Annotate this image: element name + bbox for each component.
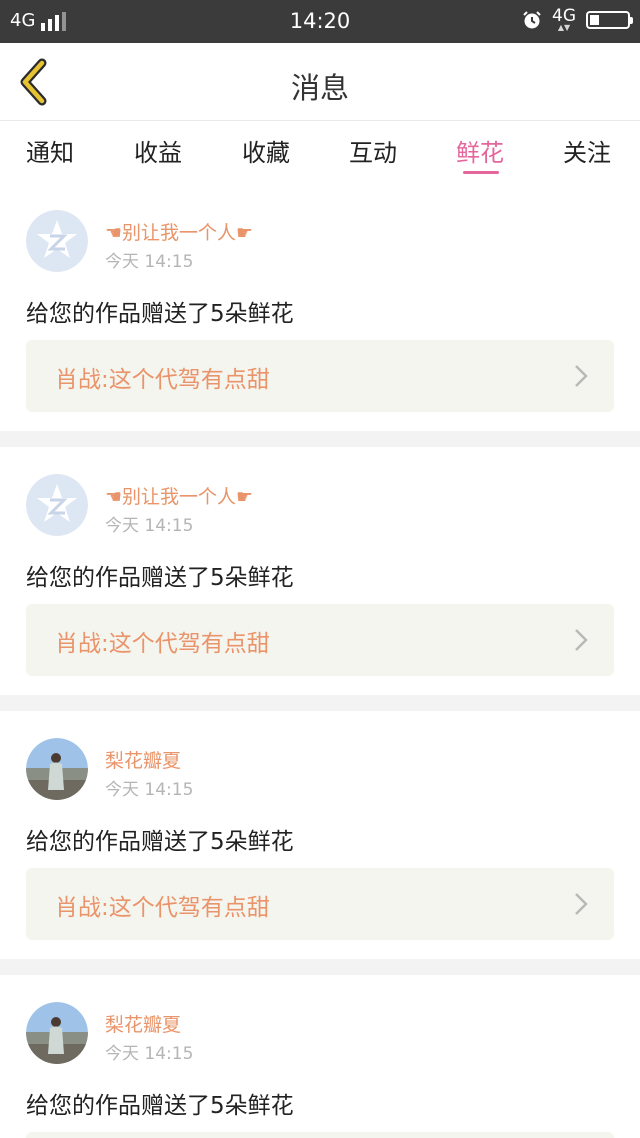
tab-bar: 通知 收益 收藏 互动 鲜花 关注: [0, 121, 640, 181]
chevron-right-icon: [575, 893, 588, 915]
divider: [0, 959, 640, 975]
status-bar: 4G 14:20 4G ▲▼: [0, 0, 640, 43]
timestamp: 今天 14:15: [105, 780, 194, 800]
timestamp: 今天 14:15: [105, 516, 194, 536]
work-link[interactable]: [26, 1132, 614, 1138]
message-text: 给您的作品赠送了5朵鲜花: [26, 301, 294, 327]
alarm-icon: [523, 11, 541, 29]
list-item: ☚别让我一个人☛ 今天 14:15 给您的作品赠送了5朵鲜花 肖战:这个代驾有点…: [0, 447, 640, 695]
work-title: 肖战:这个代驾有点甜: [55, 631, 270, 657]
avatar[interactable]: [26, 1002, 88, 1064]
work-title: 肖战:这个代驾有点甜: [55, 367, 270, 393]
timestamp: 今天 14:15: [105, 1044, 194, 1064]
user-name[interactable]: 梨花瓣夏: [105, 1010, 181, 1037]
work-title: 肖战:这个代驾有点甜: [55, 895, 270, 921]
tab-favorites[interactable]: 收藏: [242, 133, 290, 168]
tab-interactions[interactable]: 互动: [349, 133, 397, 168]
list-item: 梨花瓣夏 今天 14:15 给您的作品赠送了5朵鲜花 肖战:这个代驾有点甜: [0, 711, 640, 959]
tab-earnings[interactable]: 收益: [134, 133, 182, 168]
divider: [0, 695, 640, 711]
user-name[interactable]: ☚别让我一个人☛: [105, 218, 253, 245]
message-text: 给您的作品赠送了5朵鲜花: [26, 829, 294, 855]
chevron-right-icon: [575, 629, 588, 651]
tab-notifications[interactable]: 通知: [26, 133, 74, 168]
status-right: 4G ▲▼: [522, 6, 633, 32]
avatar[interactable]: [26, 738, 88, 800]
user-name[interactable]: 梨花瓣夏: [105, 746, 181, 773]
avatar[interactable]: [26, 210, 88, 272]
battery-icon: [586, 11, 633, 29]
message-text: 给您的作品赠送了5朵鲜花: [26, 565, 294, 591]
page-title: 消息: [290, 71, 349, 105]
divider: [0, 431, 640, 447]
work-link[interactable]: 肖战:这个代驾有点甜: [26, 340, 614, 412]
work-link[interactable]: 肖战:这个代驾有点甜: [26, 604, 614, 676]
list-item: 梨花瓣夏 今天 14:15 给您的作品赠送了5朵鲜花: [0, 975, 640, 1138]
nav-header: 消息: [0, 43, 640, 121]
user-name[interactable]: ☚别让我一个人☛: [105, 482, 253, 509]
chevron-right-icon: [575, 365, 588, 387]
tab-following[interactable]: 关注: [563, 133, 611, 168]
work-link[interactable]: 肖战:这个代驾有点甜: [26, 868, 614, 940]
timestamp: 今天 14:15: [105, 252, 194, 272]
tab-flowers[interactable]: 鲜花: [456, 133, 504, 168]
list-item: ☚别让我一个人☛ 今天 14:15 给您的作品赠送了5朵鲜花 肖战:这个代驾有点…: [0, 182, 640, 431]
active-tab-indicator: [463, 171, 499, 174]
network-type-right: 4G ▲▼: [552, 6, 576, 32]
avatar[interactable]: [26, 474, 88, 536]
message-text: 给您的作品赠送了5朵鲜花: [26, 1093, 294, 1119]
